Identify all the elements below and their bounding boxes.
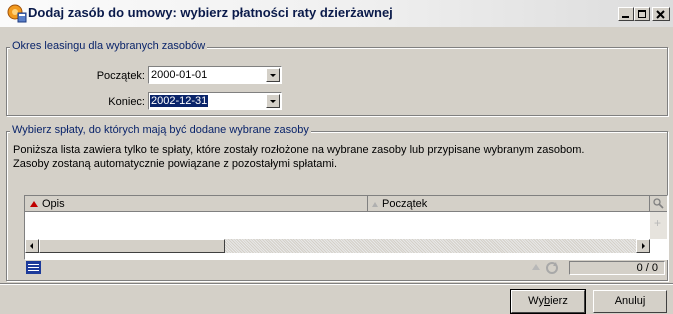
scroll-thumb[interactable] (39, 239, 225, 253)
start-date-dropdown-button[interactable] (266, 68, 280, 82)
start-label: Początek: (96, 70, 145, 82)
sort-icon (372, 202, 378, 207)
column-header-poczatek[interactable]: Początek (368, 196, 650, 212)
installments-description-line1: Poniższa lista zawiera tylko te spłaty, … (13, 144, 585, 156)
sort-icon (30, 201, 38, 207)
cancel-button[interactable]: Anuluj (593, 290, 667, 313)
start-date-value: 2000-01-01 (151, 69, 208, 81)
arrow-left-icon (30, 243, 33, 249)
title-bar[interactable]: Dodaj zasób do umowy: wybierz płatności … (0, 0, 673, 27)
column-header-opis[interactable]: Opis (25, 196, 368, 212)
end-date-dropdown-button[interactable] (266, 94, 280, 108)
record-counter-text: 0 / 0 (636, 262, 658, 274)
app-icon (7, 4, 27, 23)
cancel-button-label: Anuluj (614, 295, 646, 307)
scroll-left-button[interactable] (25, 239, 39, 253)
end-date-value: 2002-12-31 (150, 95, 209, 107)
end-label: Koniec: (108, 96, 145, 108)
navigate-up-icon[interactable] (532, 264, 540, 270)
list-vertical-strip: + (650, 212, 667, 239)
list-horizontal-scrollbar[interactable] (25, 239, 650, 253)
close-icon (656, 10, 665, 19)
column-header-poczatek-label: Początek (382, 198, 428, 210)
scroll-right-button[interactable] (636, 239, 650, 253)
list-status-bar: 0 / 0 (24, 260, 668, 276)
select-button-label-start: Wy (528, 295, 544, 307)
minimize-button[interactable] (618, 7, 634, 21)
refresh-icon[interactable] (544, 261, 560, 275)
start-date-combo[interactable]: 2000-01-01 (148, 66, 282, 84)
magnifier-icon (653, 198, 664, 209)
installments-legend: Wybierz spłaty, do których mają być doda… (10, 124, 311, 136)
installments-list[interactable]: Opis Początek + (24, 195, 668, 260)
end-date-combo[interactable]: 2002-12-31 (148, 92, 282, 110)
select-button[interactable]: Wybierz (510, 289, 586, 314)
footer-separator-highlight (0, 284, 673, 285)
chevron-down-icon (270, 74, 276, 77)
close-button[interactable] (652, 7, 670, 21)
record-counter: 0 / 0 (569, 261, 665, 275)
plus-icon: + (654, 216, 662, 230)
window-title: Dodaj zasób do umowy: wybierz płatności … (28, 5, 393, 20)
table-view-icon[interactable] (26, 261, 41, 274)
column-chooser-button[interactable] (650, 196, 667, 212)
chevron-down-icon (270, 100, 276, 103)
installments-description-line2: Zasoby zostaną automatycznie powiązane z… (13, 158, 338, 170)
column-header-opis-label: Opis (42, 198, 65, 210)
lease-period-legend: Okres leasingu dla wybranych zasobów (10, 40, 208, 52)
select-button-label-end: ierz (550, 295, 568, 307)
dialog-window: Dodaj zasób do umowy: wybierz płatności … (0, 0, 673, 314)
arrow-right-icon (642, 243, 645, 249)
maximize-button[interactable] (634, 7, 650, 21)
